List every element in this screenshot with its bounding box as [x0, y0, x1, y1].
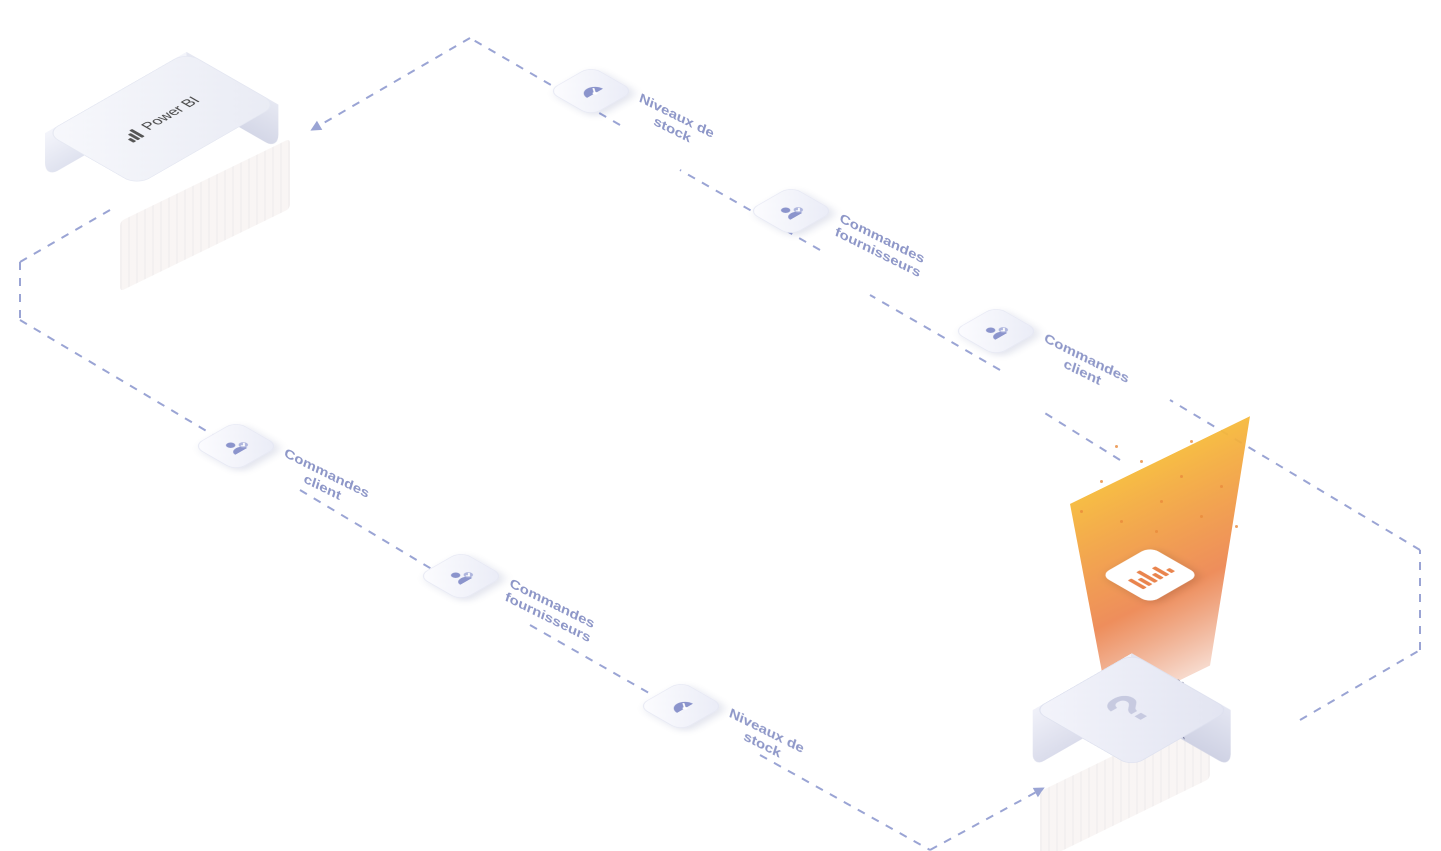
user-check-icon: [192, 421, 280, 471]
node-top-stock-levels: Niveaux de stock: [560, 60, 760, 122]
question-mark-icon: ?: [1089, 686, 1169, 732]
node-bottom-stock-levels: Niveaux de stock: [650, 675, 850, 737]
gauge-icon: [637, 681, 725, 731]
diagram-stage: { "colors": { "line": "#9aa4d4", "label"…: [0, 0, 1441, 851]
endpoint-monstock: stock mon ?: [1020, 470, 1300, 800]
node-top-supplier-orders: Commandes fournisseurs: [760, 180, 960, 242]
node-bottom-supplier-orders: Commandes fournisseurs: [430, 545, 630, 607]
node-top-client-orders: Commandes client: [965, 300, 1165, 362]
endpoint-powerbi: Power BI: [60, 30, 320, 240]
node-label: Commandes client: [1038, 330, 1131, 400]
node-label: Niveaux de stock: [633, 90, 716, 155]
node-label: Niveaux de stock: [723, 705, 806, 770]
barcode-chip-icon: [1101, 547, 1200, 604]
user-check-icon: [747, 186, 835, 236]
hologram-particles: [1060, 430, 1260, 550]
node-bottom-client-orders: Commandes client: [205, 415, 405, 477]
gauge-icon: [547, 66, 635, 116]
node-label: Commandes fournisseurs: [833, 210, 926, 280]
powerbi-label: Power BI: [138, 94, 204, 132]
node-label: Commandes fournisseurs: [503, 575, 596, 645]
node-label: Commandes client: [278, 445, 371, 515]
user-check-icon: [952, 306, 1040, 356]
user-check-icon: [417, 551, 505, 601]
powerbi-icon: [120, 128, 145, 143]
